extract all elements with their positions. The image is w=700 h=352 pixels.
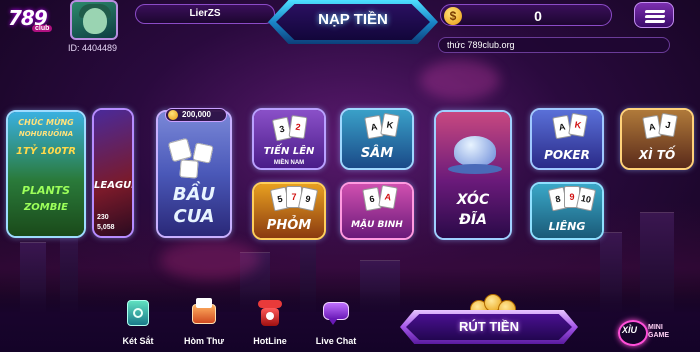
minigame-short-label: XỈU: [622, 325, 638, 335]
xi-to-title: XÌ TỐ: [638, 148, 676, 162]
league-label: LEAGUE: [94, 180, 134, 191]
light-glow: [420, 60, 500, 100]
coin-icon: [168, 110, 178, 120]
minigame-label: MINI GAME: [648, 324, 669, 340]
deposit-button[interactable]: NẠP TIỀN: [268, 0, 438, 44]
xoc-dia-title-1: XÓC: [456, 192, 490, 208]
promo-line-4: PLANTS: [21, 184, 71, 197]
game-tile-phom[interactable]: 5 7 9 PHỎM: [252, 182, 326, 240]
lieng-title: LIÊNG: [548, 220, 586, 233]
coin-icon: $: [444, 7, 462, 25]
bowl-icon: [454, 136, 496, 166]
game-tile-mau-binh[interactable]: 6 A MẬU BINH: [340, 182, 414, 240]
minigame-label-1: MINI: [648, 324, 663, 331]
minigame-label-2: GAME: [648, 332, 669, 339]
safe-icon: [124, 298, 152, 328]
user-name[interactable]: LierZS: [135, 4, 275, 24]
league-number-2: 5,058: [97, 224, 115, 231]
announcement-marquee: thức 789club.org: [438, 37, 670, 53]
nav-hotline-label: HotLine: [253, 336, 287, 346]
jackpot-amount: 200,000: [182, 110, 211, 119]
hamburger-icon: [644, 10, 666, 13]
plate-icon: [448, 164, 502, 174]
hamburger-icon: [644, 15, 666, 18]
nav-safe[interactable]: Két Sắt: [106, 298, 170, 352]
telephone-icon: [256, 298, 284, 328]
user-id: ID: 4404489: [68, 43, 118, 53]
bau-cua-title-2: CUA: [173, 206, 215, 227]
playing-card-icon: 2: [288, 114, 308, 140]
mau-binh-title: MẬU BINH: [351, 220, 403, 230]
nav-live-chat[interactable]: Live Chat: [304, 298, 368, 352]
game-tile-lieng[interactable]: 8 9 10 LIÊNG: [530, 182, 604, 240]
nav-live-chat-label: Live Chat: [315, 336, 357, 346]
menu-button[interactable]: [634, 2, 674, 28]
game-lobby: 789 club ID: 4404489 LierZS NẠP TIỀN $ 0…: [0, 0, 700, 352]
nav-mailbox[interactable]: Hòm Thư: [172, 298, 236, 352]
bau-cua-title-1: BẦU: [172, 184, 216, 205]
chat-bubble-icon: [322, 298, 350, 328]
game-tile-bau-cua[interactable]: BẦU CUA: [156, 110, 232, 238]
promo-line-1: CHÚC MỪNG: [18, 118, 74, 127]
balance-bar[interactable]: $ 0: [440, 4, 612, 26]
tien-len-subtitle: MIỀN NAM: [273, 160, 305, 166]
logo-sub: club: [32, 25, 53, 32]
game-tile-tien-len[interactable]: 3 2 TIẾN LÊN MIỀN NAM: [252, 108, 326, 170]
game-tile-xi-to[interactable]: A J XÌ TỐ: [620, 108, 694, 170]
game-tile-xoc-dia[interactable]: XÓC ĐĨA: [434, 110, 512, 240]
nav-mailbox-label: Hòm Thư: [183, 336, 224, 346]
phom-title: PHỎM: [266, 218, 312, 233]
deposit-button-label: NẠP TIỀN: [318, 11, 388, 28]
game-tile-sam[interactable]: A K SÂM: [340, 108, 414, 170]
mailbox-icon: [190, 298, 218, 328]
nav-safe-label: Két Sắt: [122, 336, 154, 346]
avatar[interactable]: [70, 0, 118, 40]
promo-line-3: 1TỶ 100TR: [16, 146, 76, 157]
avatar-face: [83, 8, 107, 34]
balance-value: 0: [534, 8, 542, 24]
nav-hotline[interactable]: HotLine: [238, 298, 302, 352]
promo-line-5: ZOMBIE: [24, 202, 68, 213]
withdraw-button-label: RÚT TIỀN: [459, 319, 519, 334]
poker-title: POKER: [544, 148, 590, 162]
light-glow: [160, 240, 260, 280]
jackpot-counter: 200,000: [165, 108, 227, 122]
minigame-button[interactable]: XỈU MINI GAME: [618, 318, 680, 348]
promo-line-2: NOHURUỒINA: [18, 130, 74, 138]
game-tile-poker[interactable]: A K POKER: [530, 108, 604, 170]
league-number-1: 230: [97, 214, 109, 221]
top-bar: 789 club ID: 4404489 LierZS NẠP TIỀN $ 0…: [0, 0, 700, 60]
withdraw-button[interactable]: RÚT TIỀN: [400, 310, 578, 344]
club-logo: 789 club: [6, 2, 64, 38]
hamburger-icon: [644, 20, 666, 23]
tien-len-title: TIẾN LÊN: [263, 146, 315, 157]
sam-title: SÂM: [360, 146, 394, 161]
dice-icon: [179, 159, 199, 179]
promo-banner-jackpot[interactable]: CHÚC MỪNG NOHURUỒINA 1TỶ 100TR PLANTS ZO…: [6, 110, 86, 238]
xoc-dia-title-2: ĐĨA: [459, 212, 487, 228]
promo-banner-league[interactable]: LEAGUE 230 5,058: [92, 108, 134, 238]
